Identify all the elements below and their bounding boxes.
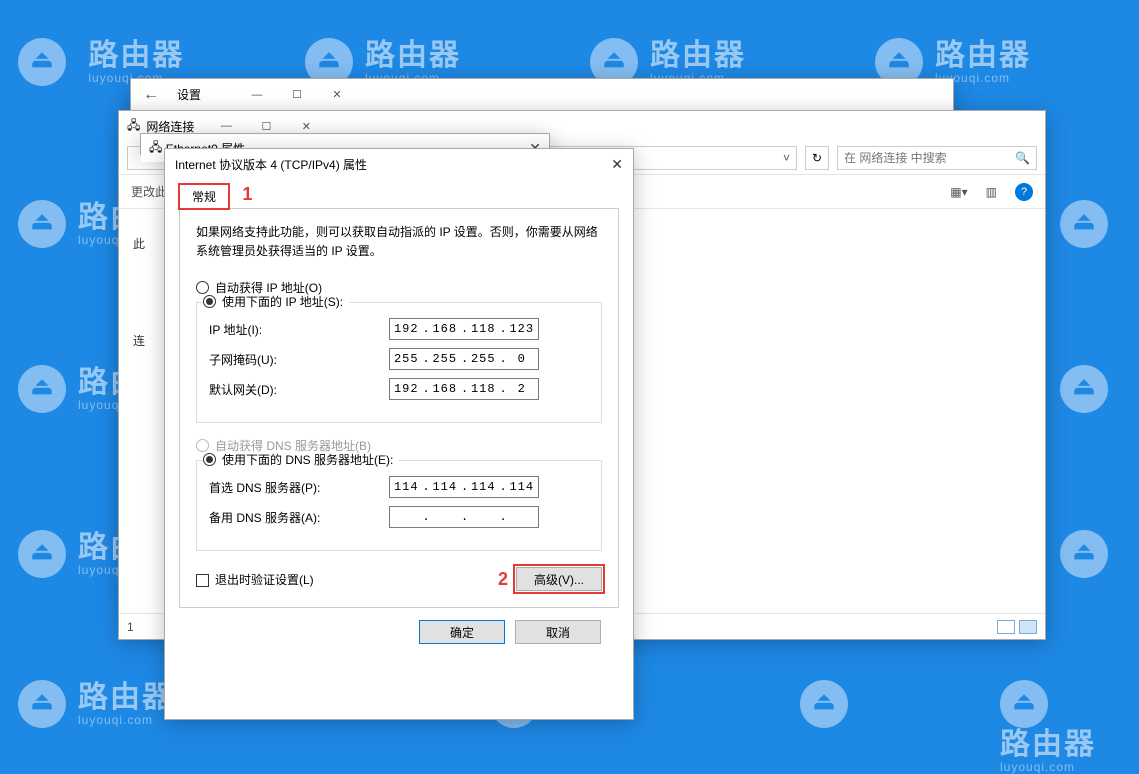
help-icon[interactable]: ? — [1015, 183, 1033, 201]
search-placeholder: 在 网络连接 中搜索 — [844, 149, 947, 166]
description-text: 如果网络支持此功能，则可以获取自动指派的 IP 设置。否则，你需要从网络系统管理… — [196, 223, 602, 261]
ip-address-input[interactable]: 192. 168. 118. 123 — [389, 318, 539, 340]
watermark — [1060, 200, 1120, 248]
status-item-count: 1 — [127, 620, 134, 634]
annotation-1: 1 — [242, 184, 252, 204]
tab-general[interactable]: 常规 — [179, 184, 229, 209]
sidebar-label-this: 此 — [133, 235, 168, 252]
minimize-button[interactable]: — — [237, 81, 277, 109]
subnet-mask-input[interactable]: 255. 255. 255. 0 — [389, 348, 539, 370]
ipv4-properties-dialog: Internet 协议版本 4 (TCP/IPv4) 属性 ✕ 常规 1 如果网… — [164, 148, 634, 720]
label-default-gateway: 默认网关(D): — [209, 381, 389, 398]
label-alternate-dns: 备用 DNS 服务器(A): — [209, 509, 389, 526]
label-subnet-mask: 子网掩码(U): — [209, 351, 389, 368]
dialog-title: Internet 协议版本 4 (TCP/IPv4) 属性 — [175, 156, 367, 173]
router-icon — [18, 38, 66, 86]
sidebar-label-connect: 连 — [133, 332, 168, 349]
ok-button[interactable]: 确定 — [419, 620, 505, 644]
preferred-dns-input[interactable]: 114. 114. 114. 114 — [389, 476, 539, 498]
watermark — [800, 680, 860, 728]
label-ip: IP 地址(I): — [209, 321, 389, 338]
watermark — [1060, 530, 1120, 578]
window-title: 网络连接 — [146, 118, 194, 135]
settings-title: 设置 — [177, 86, 201, 103]
watermark: 路由器luyouqi.com — [1000, 680, 1139, 774]
maximize-button[interactable]: ☐ — [277, 81, 317, 109]
close-button[interactable]: ✕ — [317, 81, 357, 109]
details-view-icon[interactable] — [997, 620, 1015, 634]
preview-pane-icon[interactable]: ▥ — [986, 185, 997, 199]
refresh-button[interactable]: ↻ — [805, 146, 829, 170]
validate-on-exit-checkbox[interactable]: 退出时验证设置(L) — [196, 571, 314, 588]
radio-manual-dns[interactable]: 使用下面的 DNS 服务器地址(E): — [203, 451, 399, 468]
watermark — [1060, 365, 1120, 413]
view-options-icon[interactable]: ▦▾ — [950, 185, 967, 199]
annotation-2: 2 — [498, 569, 508, 590]
radio-manual-ip[interactable]: 使用下面的 IP 地址(S): — [203, 293, 349, 310]
radio-manual-dns-label: 使用下面的 DNS 服务器地址(E): — [222, 451, 393, 468]
tiles-view-icon[interactable] — [1019, 620, 1037, 634]
network-icon: 🖧 — [127, 116, 140, 137]
alternate-dns-input[interactable]: . . . — [389, 506, 539, 528]
label-preferred-dns: 首选 DNS 服务器(P): — [209, 479, 389, 496]
validate-on-exit-label: 退出时验证设置(L) — [215, 573, 314, 587]
search-input[interactable]: 在 网络连接 中搜索 🔍 — [837, 146, 1037, 170]
advanced-button[interactable]: 高级(V)... — [516, 567, 602, 591]
back-button[interactable]: ← — [143, 86, 159, 104]
default-gateway-input[interactable]: 192. 168. 118. 2 — [389, 378, 539, 400]
radio-manual-ip-label: 使用下面的 IP 地址(S): — [222, 293, 343, 310]
cancel-button[interactable]: 取消 — [515, 620, 601, 644]
watermark: 路由器luyouqi.com — [18, 680, 174, 728]
search-icon: 🔍 — [1015, 151, 1030, 165]
close-button[interactable]: ✕ — [611, 156, 623, 173]
ethernet-icon: 🖧 — [149, 138, 162, 159]
